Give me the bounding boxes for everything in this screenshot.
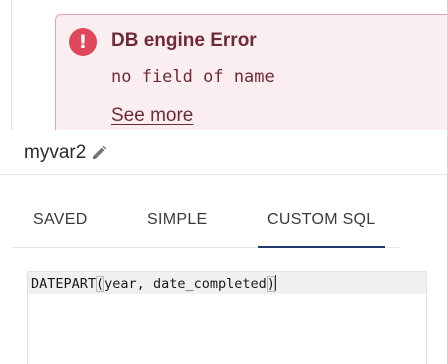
sql-function-name: DATEPART xyxy=(31,276,97,292)
matching-paren-close: ) xyxy=(266,276,275,292)
error-message: no field of name xyxy=(111,67,275,87)
tab-saved[interactable]: SAVED xyxy=(33,211,88,229)
tab-simple[interactable]: SIMPLE xyxy=(147,211,208,229)
tab-custom-sql[interactable]: CUSTOM SQL xyxy=(267,211,376,229)
variable-name-title[interactable]: myvar2 xyxy=(24,142,107,164)
tab-bar: SAVED SIMPLE CUSTOM SQL xyxy=(12,175,399,248)
variable-name-text[interactable]: myvar2 xyxy=(24,142,86,164)
sql-code-line[interactable]: DATEPART(year, date_completed) xyxy=(31,275,276,293)
sql-arguments: year, date_completed xyxy=(104,276,267,292)
error-title: DB engine Error xyxy=(111,30,257,51)
sql-editor[interactable]: DATEPART(year, date_completed) xyxy=(27,271,427,364)
alert-circle-icon: ! xyxy=(69,28,97,56)
see-more-link[interactable]: See more xyxy=(111,105,193,127)
matching-paren-open: ( xyxy=(96,276,105,292)
error-region: ! DB engine Error no field of name See m… xyxy=(12,0,447,154)
active-tab-indicator xyxy=(258,246,385,248)
panel-header: myvar2 xyxy=(0,130,447,175)
app-stage: ! DB engine Error no field of name See m… xyxy=(0,0,447,364)
text-cursor xyxy=(274,275,276,291)
pencil-icon[interactable] xyxy=(91,145,107,161)
metric-edit-panel: myvar2 SAVED SIMPLE CUSTOM SQL DATEPART(… xyxy=(0,130,447,364)
